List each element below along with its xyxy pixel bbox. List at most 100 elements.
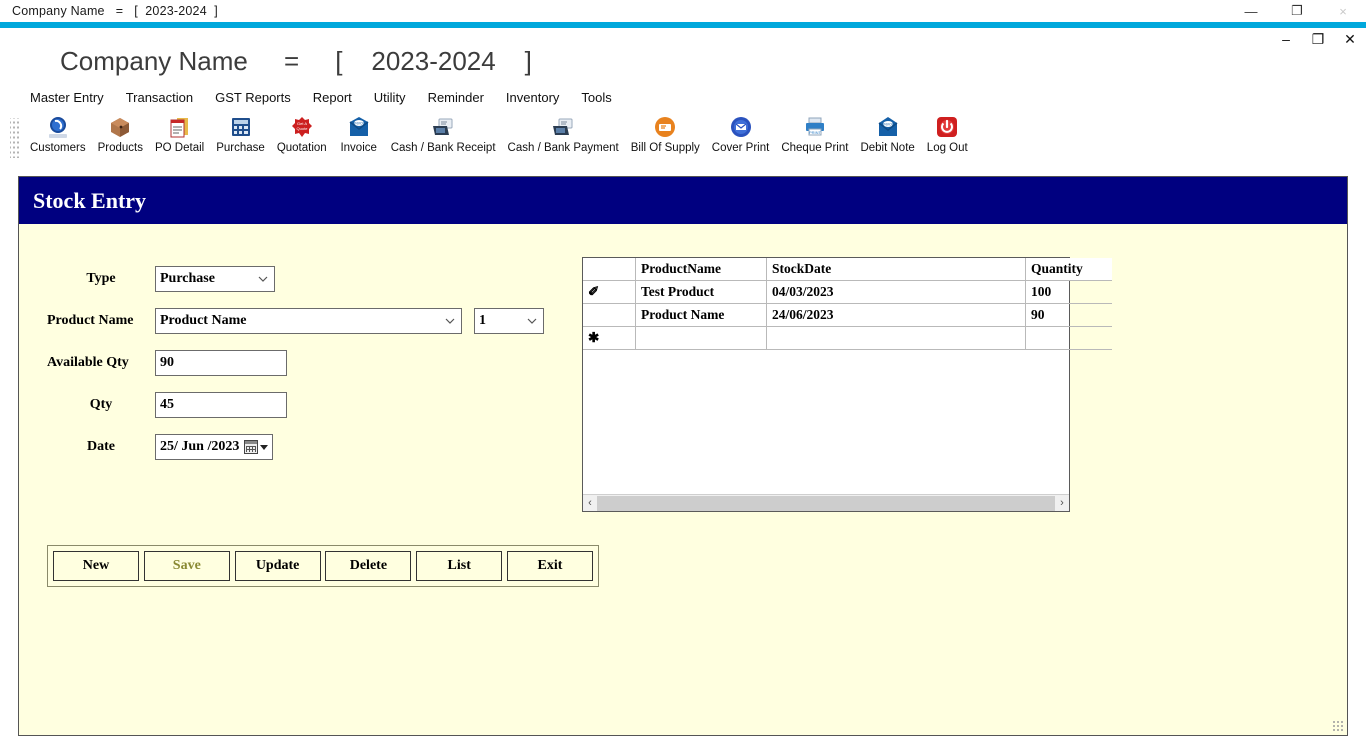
toolbar-button-po-detail[interactable]: PO Detail [149, 110, 210, 155]
company-header-title: Company Name = [ 2023-2024 ] [60, 46, 532, 76]
toolbar-button-bill-of-supply[interactable]: Bill Of Supply [625, 110, 706, 155]
svg-text:PRINT: PRINT [809, 130, 822, 135]
available-qty-input[interactable]: 90 [155, 350, 287, 376]
row-marker-cell[interactable] [583, 304, 636, 327]
column-header-stockdate[interactable]: StockDate [767, 258, 1026, 281]
action-button-bar: NewSaveUpdateDeleteListExit [47, 545, 599, 587]
quotation-seal-icon: Get AQuote [289, 114, 315, 140]
column-header-productname[interactable]: ProductName [636, 258, 767, 281]
calendar-dropdown[interactable] [244, 440, 268, 454]
inner-restore-button[interactable]: ❐ [1310, 32, 1326, 46]
customers-icon [45, 114, 71, 140]
inner-minimize-button[interactable]: – [1278, 32, 1294, 46]
row-new-marker-icon[interactable]: ✱ [583, 327, 636, 350]
menu-item-utility[interactable]: Utility [374, 90, 406, 105]
chevron-down-icon [527, 318, 537, 324]
cell-productname[interactable]: Test Product [636, 281, 767, 304]
scroll-right-arrow-icon[interactable]: › [1055, 496, 1069, 511]
toolbar-drag-grip[interactable] [10, 118, 20, 158]
os-maximize-button[interactable]: ❐ [1274, 0, 1320, 22]
menubar: Master Entry Transaction GST Reports Report… [0, 86, 1366, 108]
power-logout-icon [934, 114, 960, 140]
toolbar-button-label: Bill Of Supply [631, 142, 700, 155]
list-button[interactable]: List [416, 551, 502, 581]
cell-stockdate[interactable]: 24/06/2023 [767, 304, 1026, 327]
toolbar-button-cheque-print[interactable]: PRINT Cheque Print [775, 110, 854, 155]
toolbar-button-label: Cash / Bank Receipt [391, 142, 496, 155]
toolbar-button-purchase[interactable]: Purchase [210, 110, 271, 155]
field-row-available-qty: Available Qty 90 [47, 349, 544, 377]
po-detail-icon [167, 114, 193, 140]
product-name-select[interactable]: Product Name [155, 308, 462, 334]
column-header-quantity[interactable]: Quantity [1026, 258, 1113, 281]
cell-productname[interactable]: Product Name [636, 304, 767, 327]
serial-select[interactable]: 1 [474, 308, 544, 334]
field-row-date: Date 25/ Jun /2023 [47, 433, 544, 461]
menu-item-report[interactable]: Report [313, 90, 352, 105]
invoice-envelope-icon: INVOI [346, 114, 372, 140]
toolbar-button-cover-print[interactable]: Cover Print [706, 110, 776, 155]
toolbar-button-products[interactable]: Products [92, 110, 149, 155]
menu-item-master-entry[interactable]: Master Entry [30, 90, 104, 105]
toolbar-button-cash-bank-receipt[interactable]: Cash / Bank Receipt [385, 110, 502, 155]
exit-button[interactable]: Exit [507, 551, 593, 581]
os-minimize-button[interactable]: — [1228, 0, 1274, 22]
menu-item-transaction[interactable]: Transaction [126, 90, 193, 105]
form-titlebar: Stock Entry [19, 177, 1347, 224]
column-header-rowmarker[interactable] [583, 258, 636, 281]
cell-stockdate[interactable] [767, 327, 1026, 350]
cheque-print-icon: PRINT [802, 114, 828, 140]
bill-of-supply-icon [652, 114, 678, 140]
menu-item-gst-reports[interactable]: GST Reports [215, 90, 291, 105]
cell-productname[interactable] [636, 327, 767, 350]
menu-item-inventory[interactable]: Inventory [506, 90, 559, 105]
stock-grid-table: ProductName StockDate Quantity ✐Test Pro… [583, 258, 1112, 350]
cash-bank-receipt-icon [430, 114, 456, 140]
toolbar-button-debit-note[interactable]: INVOIDebit Note [854, 110, 920, 155]
toolbar-button-label: Invoice [340, 142, 376, 155]
cell-quantity[interactable]: 100 [1026, 281, 1113, 304]
toolbar-button-invoice[interactable]: INVOI Invoice [333, 110, 385, 155]
menu-item-tools[interactable]: Tools [581, 90, 611, 105]
toolbar-button-log-out[interactable]: Log Out [921, 110, 974, 155]
date-picker[interactable]: 25/ Jun /2023 [155, 434, 273, 460]
cell-quantity[interactable] [1026, 327, 1113, 350]
table-row[interactable]: ✱ [583, 327, 1112, 350]
available-qty-label: Available Qty [47, 355, 155, 371]
inner-close-button[interactable]: ✕ [1342, 32, 1358, 46]
toolbar-button-customers[interactable]: Customers [24, 110, 92, 155]
toolbar-button-label: Cheque Print [781, 142, 848, 155]
os-window-title: Company Name = [ 2023-2024 ] [12, 4, 218, 18]
row-edit-marker-icon[interactable]: ✐ [583, 281, 636, 304]
qty-input[interactable]: 45 [155, 392, 287, 418]
serial-select-value: 1 [479, 313, 486, 329]
scrollbar-thumb[interactable] [597, 496, 1055, 511]
stock-grid[interactable]: ProductName StockDate Quantity ✐Test Pro… [582, 257, 1070, 512]
debit-note-icon: INVOI [875, 114, 901, 140]
type-select[interactable]: Purchase [155, 266, 275, 292]
new-button[interactable]: New [53, 551, 139, 581]
scroll-left-arrow-icon[interactable]: ‹ [583, 496, 597, 511]
scrollbar-track[interactable] [597, 496, 1055, 511]
os-close-button[interactable]: × [1320, 0, 1366, 22]
purchase-calculator-icon [228, 114, 254, 140]
cover-print-icon [728, 114, 754, 140]
toolbar-button-quotation[interactable]: Get AQuoteQuotation [271, 110, 333, 155]
table-row[interactable]: Product Name24/06/202390 [583, 304, 1112, 327]
product-name-select-value: Product Name [160, 313, 246, 329]
table-row[interactable]: ✐Test Product04/03/2023100 [583, 281, 1112, 304]
update-button[interactable]: Update [235, 551, 321, 581]
grid-horizontal-scrollbar[interactable]: ‹ › [583, 494, 1069, 511]
cell-stockdate[interactable]: 04/03/2023 [767, 281, 1026, 304]
menu-item-reminder[interactable]: Reminder [428, 90, 484, 105]
field-row-qty: Qty 45 [47, 391, 544, 419]
calendar-icon [244, 440, 258, 454]
table-header-row: ProductName StockDate Quantity [583, 258, 1112, 281]
resize-grip[interactable] [1332, 720, 1344, 732]
toolbar-button-cash-bank-payment[interactable]: Cash / Bank Payment [502, 110, 625, 155]
delete-button[interactable]: Delete [325, 551, 411, 581]
cell-quantity[interactable]: 90 [1026, 304, 1113, 327]
field-row-product-name: Product Name Product Name 1 [47, 307, 544, 335]
chevron-down-icon [445, 318, 455, 324]
inner-window-controls: – ❐ ✕ [1278, 32, 1358, 46]
